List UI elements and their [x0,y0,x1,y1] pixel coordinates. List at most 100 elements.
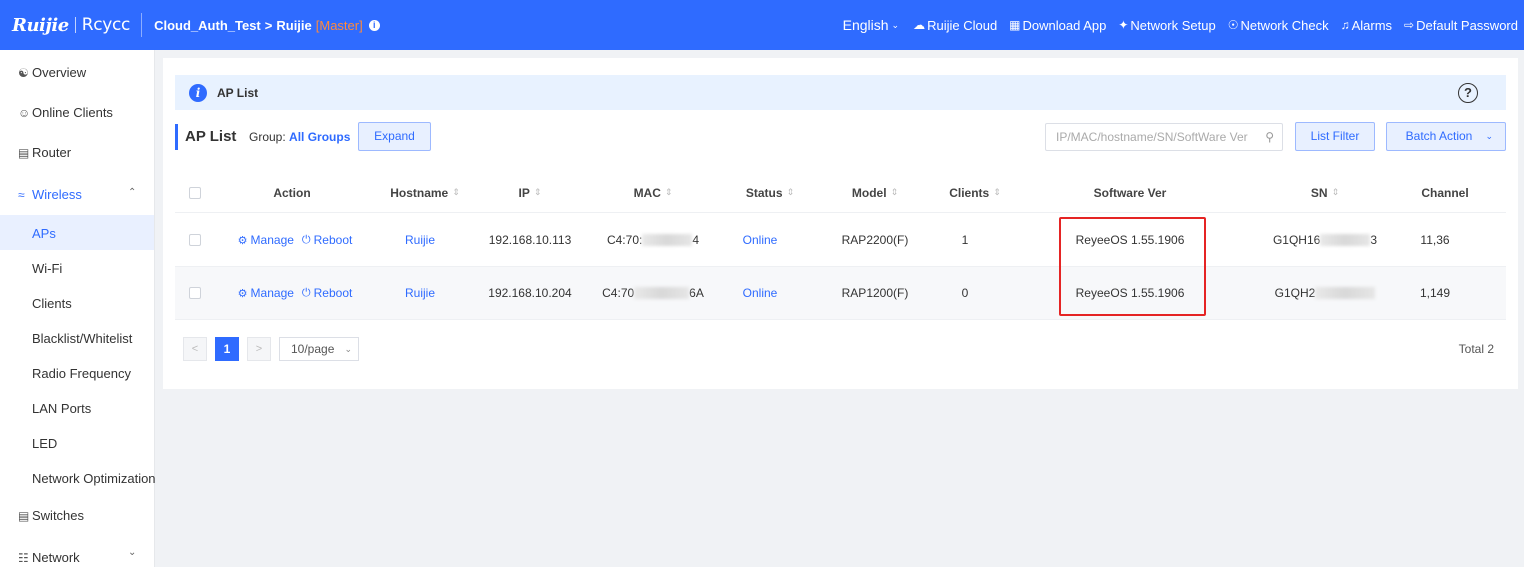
search-icon[interactable]: ⚲ [1265,130,1274,144]
row-checkbox[interactable] [189,234,201,246]
group-label: Group: [249,130,286,144]
row-actions: ⚙ Manage ⏻ Reboot [230,214,360,266]
nav-alarms[interactable]: ♫ Alarms [1341,18,1392,33]
master-tag: [Master] [315,17,363,33]
sidebar: ☯ Overview ☺ Online Clients ▤ Router ≈ W… [0,50,156,567]
next-page-button[interactable]: > [247,337,271,361]
sidebar-item-overview[interactable]: ☯ Overview [18,65,86,80]
table-row: ⚙ Manage ⏻ Reboot Ruijie 192.168.10.204 C4… [175,267,1506,320]
redacted-blur [1315,287,1376,299]
nav-ruijie-cloud[interactable]: ☁ Ruijie Cloud [913,18,997,33]
nav-download-app[interactable]: ▦ Download App [1009,18,1106,33]
switch-icon: ▤ [18,508,30,523]
sidebar-item-label: Router [32,145,72,160]
breadcrumb-device[interactable]: Ruijie [276,18,311,33]
sort-icon: ⇕ [1331,187,1340,197]
sidebar-item-wireless[interactable]: ≈ Wireless [18,187,82,202]
ap-list-panel: i AP List ? AP List Group: All Groups Ex… [163,58,1518,389]
topology-icon: ☯ [18,65,29,80]
sidebar-item-led[interactable]: LED [32,436,57,451]
channel-cell: 11,36 [1420,233,1450,247]
header-mac[interactable]: MAC ⇕ [593,173,713,212]
search-input[interactable] [1046,124,1256,150]
sidebar-item-label: Switches [32,508,85,523]
breadcrumb-project[interactable]: Cloud_Auth_Test [154,18,261,33]
header-label: IP [518,185,530,200]
header-label: Model [851,185,887,200]
sort-icon: ⇕ [452,187,460,197]
power-icon: ⏻ [301,286,311,299]
sidebar-item-switches[interactable]: ▤ Switches [18,508,84,523]
page-size-select[interactable]: 10/page ⌄ [279,337,359,361]
brand-logo[interactable]: Ruijie Rcycc [0,0,130,50]
bell-icon: ♫ [1340,18,1350,32]
language-select[interactable]: English ⌄ [843,17,901,33]
active-item-highlight [0,215,154,250]
row-actions: ⚙ Manage ⏻ Reboot [230,267,360,319]
section-heading: AP List [185,128,237,145]
chevron-up-icon[interactable]: ⌃ [128,187,136,198]
breadcrumb-separator: > [264,17,273,33]
sidebar-item-wifi[interactable]: Wi-Fi [32,261,62,276]
mac-end: 4 [692,233,700,247]
status-cell[interactable]: Online [715,267,805,319]
sn-start: G1QH16 [1272,233,1321,247]
chevron-down-icon: ⌄ [344,344,352,354]
nav-network-setup-label: Network Setup [1130,17,1216,33]
reboot-link[interactable]: ⏻ Reboot [302,286,352,300]
reboot-label: Reboot [313,286,353,300]
nav-network-check[interactable]: ☉ Network Check [1228,18,1329,33]
qr-code-icon: ▦ [1009,18,1021,32]
sidebar-item-radio-frequency[interactable]: Radio Frequency [32,366,131,381]
expand-button[interactable]: Expand [358,122,431,151]
list-filter-button[interactable]: List Filter [1295,122,1375,151]
manage-link[interactable]: ⚙ Manage [238,286,294,300]
page-number-button[interactable]: 1 [215,337,239,361]
hostname-link[interactable]: Ruijie [365,267,475,319]
gear-icon: ⚙ [237,287,248,300]
ip-cell: 192.168.10.113 [488,233,572,247]
sidebar-item-online-clients[interactable]: ☺ Online Clients [18,105,113,120]
select-all-checkbox[interactable] [189,186,201,199]
row-checkbox[interactable] [189,287,201,299]
reboot-link[interactable]: ⏻ Reboot [302,233,352,247]
header-clients[interactable]: Clients ⇕ [915,173,1035,212]
group-value[interactable]: All Groups [289,130,350,144]
info-icon[interactable]: i [368,19,380,31]
search-box: ⚲ [1045,123,1283,151]
sidebar-item-clients[interactable]: Clients [32,296,72,311]
help-icon[interactable]: ? [1458,83,1478,103]
sort-icon: ⇕ [664,187,673,197]
nav-default-password[interactable]: ⇨ Default Password [1404,18,1518,33]
cloud-icon: ☁ [913,18,926,32]
sidebar-item-network[interactable]: ☷ Network [18,550,80,565]
header-status[interactable]: Status ⇕ [715,173,825,212]
sidebar-item-aps[interactable]: APs [32,226,56,241]
prev-page-button[interactable]: < [183,337,207,361]
group-selector[interactable]: Group: All Groups [249,130,350,144]
header-sn[interactable]: SN ⇕ [1255,173,1395,212]
status-cell[interactable]: Online [715,214,805,266]
header-label: Hostname [390,185,449,200]
header-hostname[interactable]: Hostname ⇕ [365,173,485,212]
mac-end: 6A [689,286,704,300]
batch-action-button[interactable]: Batch Action ⌄ [1386,122,1506,151]
header-ip[interactable]: IP ⇕ [480,173,580,212]
select-all-cell [185,173,205,212]
chevron-down-icon: ⌄ [1485,131,1493,141]
header-label: Clients [949,185,990,200]
redacted-blur [1320,234,1371,246]
hostname-link[interactable]: Ruijie [365,214,475,266]
sidebar-item-router[interactable]: ▤ Router [18,145,71,160]
wand-icon: ✦ [1118,18,1129,32]
nav-network-setup[interactable]: ✦ Network Setup [1118,18,1215,33]
network-icon: ☷ [18,550,29,565]
sidebar-item-lan-ports[interactable]: LAN Ports [32,401,91,416]
software-ver-highlight [1059,217,1206,316]
manage-link[interactable]: ⚙ Manage [238,233,294,247]
user-circle-icon: ☺ [18,105,31,120]
sidebar-item-blacklist-whitelist[interactable]: Blacklist/Whitelist [32,331,132,346]
sidebar-item-network-optimization[interactable]: Network Optimization [32,471,156,486]
header-channel: Channel [1421,185,1469,200]
chevron-down-icon[interactable]: ⌄ [128,547,136,558]
